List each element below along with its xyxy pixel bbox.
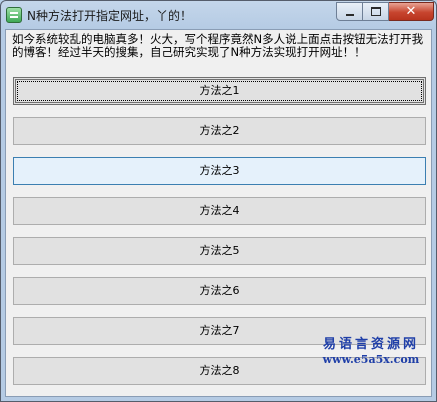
watermark-url: www.e5a5x.com — [322, 353, 420, 366]
app-window: N种方法打开指定网址，丫的！ ✕ 如今系统较乱的电脑真多！火大，写个程序竟然N多… — [0, 0, 437, 402]
watermark: 易语言资源网 www.e5a5x.com — [319, 337, 423, 367]
window-title: N种方法打开指定网址，丫的！ — [27, 9, 192, 23]
method-6-button[interactable]: 方法之6 — [13, 277, 426, 305]
method-5-button[interactable]: 方法之5 — [13, 237, 426, 265]
close-button[interactable]: ✕ — [389, 2, 434, 21]
minimize-icon — [345, 13, 354, 16]
minimize-button[interactable] — [336, 2, 363, 21]
method-3-button[interactable]: 方法之3 — [13, 157, 426, 185]
close-icon: ✕ — [405, 4, 417, 19]
button-label: 方法之8 — [199, 364, 240, 377]
button-label: 方法之7 — [199, 324, 240, 337]
button-label: 方法之5 — [199, 244, 240, 257]
method-1-button[interactable]: 方法之1 — [13, 77, 426, 105]
focus-rectangle — [17, 81, 422, 101]
maximize-button[interactable] — [363, 2, 389, 21]
description-label: 如今系统较乱的电脑真多！火大，写个程序竟然N多人说上面点击按钮无法打开我的博客！… — [12, 32, 424, 59]
method-4-button[interactable]: 方法之4 — [13, 197, 426, 225]
app-icon — [6, 7, 22, 23]
maximize-icon — [370, 7, 381, 16]
button-label: 方法之6 — [199, 284, 240, 297]
title-bar[interactable]: N种方法打开指定网址，丫的！ ✕ — [1, 1, 436, 29]
button-label: 方法之4 — [199, 204, 240, 217]
watermark-title: 易语言资源网 — [322, 337, 419, 352]
method-2-button[interactable]: 方法之2 — [13, 117, 426, 145]
button-label: 方法之3 — [199, 164, 240, 177]
button-label: 方法之2 — [199, 124, 240, 137]
